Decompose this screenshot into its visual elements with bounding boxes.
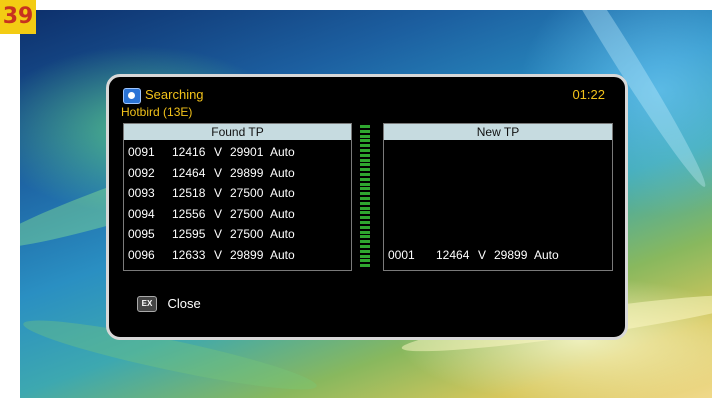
tv-screen-background: Searching 01:22 Hotbird (13E) Found TP 0… [20,10,712,398]
tp-id: 0092 [128,165,155,180]
tp-fec: Auto [270,145,295,159]
dialog-footer[interactable]: EX Close [137,295,201,313]
tp-freq: 12595 [172,227,206,242]
progress-segment [360,201,370,205]
progress-segment [360,254,370,258]
tp-fec: Auto [270,206,295,221]
progress-segment [360,129,370,133]
tp-id: 0091 [128,145,155,159]
tp-fec: Auto [270,186,295,201]
tp-row: 0091 12416 V 29901 Auto [124,142,351,163]
tp-sr: 29899 [230,247,264,262]
progress-segment [360,177,370,181]
tp-sr: 27500 [230,227,264,242]
tp-id: 0095 [128,227,155,242]
new-tp-panel: New TP 0001 12464 V 29899 Auto [383,123,613,271]
new-tp-list: 0001 12464 V 29899 Auto [384,245,612,266]
tp-freq: 12464 [436,248,470,263]
satellite-icon [123,88,141,104]
tp-pol: V [214,206,223,221]
progress-segment [360,259,370,263]
progress-segment [360,173,370,176]
search-progress-bar [360,125,370,269]
progress-segment [360,158,370,162]
tp-sr: 29901 [230,145,264,159]
progress-segment [360,125,370,128]
tp-freq: 12556 [172,206,206,221]
close-button[interactable]: Close [167,296,200,311]
progress-segment [360,153,370,157]
tp-pol: V [214,247,223,262]
exit-key-icon: EX [137,295,157,312]
tp-freq: 12633 [172,247,206,262]
progress-segment [360,139,370,143]
progress-segment [360,134,370,138]
tp-fec: Auto [270,247,295,262]
progress-segment [360,249,370,253]
clock-display: 01:22 [572,87,605,102]
satellite-name: Hotbird (13E) [121,105,193,119]
tp-fec: Auto [270,165,295,180]
tp-freq: 12416 [172,145,206,159]
progress-segment [360,182,370,186]
tp-sr: 27500 [230,206,264,221]
tp-row: 0001 12464 V 29899 Auto [384,245,612,266]
search-dialog: Searching 01:22 Hotbird (13E) Found TP 0… [106,74,628,340]
progress-segment [360,264,370,268]
progress-segment [360,225,370,229]
progress-segment [360,230,370,234]
progress-segment [360,211,370,215]
progress-segment [360,144,370,148]
progress-segment [360,235,370,239]
tp-row: 0095 12595 V 27500 Auto [124,224,351,245]
progress-segment [360,240,370,244]
progress-segment [360,221,370,224]
found-tp-header: Found TP [124,124,351,140]
progress-segment [360,149,370,152]
progress-segment [360,245,370,248]
tp-pol: V [478,248,487,263]
found-tp-list: 0091 12416 V 29901 Auto 0092 12464 V 29899 Auto 00… [124,142,351,266]
tp-pol: V [214,165,223,180]
new-tp-header: New TP [384,124,612,140]
tp-id: 0093 [128,186,155,201]
tp-sr: 29899 [494,248,528,263]
tp-sr: 27500 [230,186,264,201]
tp-id: 0096 [128,247,155,262]
tp-freq: 12518 [172,186,206,201]
tp-row: 0093 12518 V 27500 Auto [124,183,351,204]
tp-id: 0094 [128,206,155,221]
tp-row: 0094 12556 V 27500 Auto [124,204,351,225]
progress-segment [360,187,370,191]
dialog-title: Searching [145,87,204,102]
tp-freq: 12464 [172,165,206,180]
tp-pol: V [214,145,223,159]
progress-segment [360,216,370,220]
progress-segment [360,206,370,210]
found-tp-panel: Found TP 0091 12416 V 29901 Auto 0092 12464 V 29… [123,123,352,271]
tp-id: 0001 [388,248,415,263]
tp-fec: Auto [270,227,295,242]
dialog-header: Searching 01:22 [123,87,611,105]
progress-segment [360,197,370,200]
tp-sr: 29899 [230,165,264,180]
tp-row: 0096 12633 V 29899 Auto [124,245,351,266]
progress-segment [360,168,370,172]
tp-fec: Auto [534,248,559,263]
progress-segment [360,192,370,196]
page-number-badge: 39 [0,0,36,34]
tp-pol: V [214,186,223,201]
progress-segment [360,163,370,167]
tp-row: 0092 12464 V 29899 Auto [124,163,351,184]
tp-pol: V [214,227,223,242]
